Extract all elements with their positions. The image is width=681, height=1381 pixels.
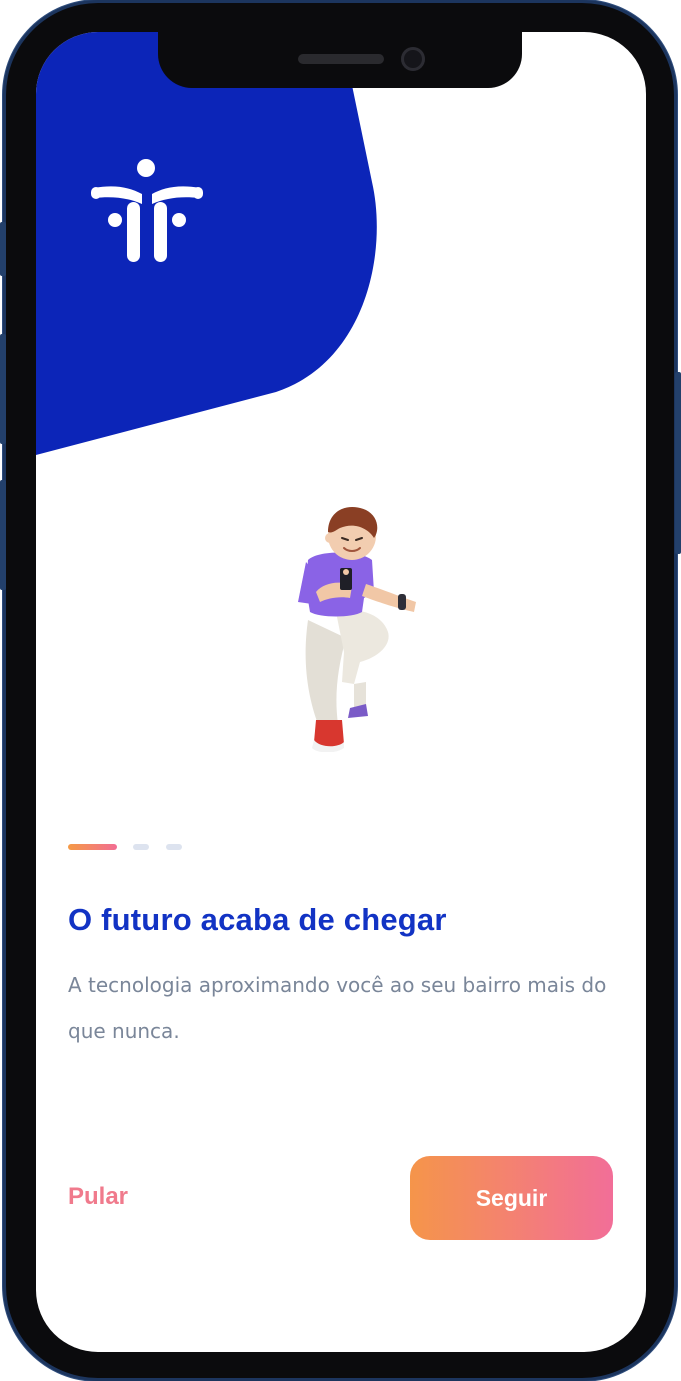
onboarding-screen: O futuro acaba de chegar A tecnologia ap… (36, 32, 646, 1352)
power-button (675, 372, 681, 554)
next-button[interactable]: Seguir (410, 1156, 613, 1240)
community-people-icon (91, 159, 203, 262)
notch (158, 30, 522, 88)
speaker-grille (298, 54, 384, 64)
pager-indicator-3 (166, 844, 182, 850)
volume-down-button (0, 480, 6, 590)
volume-up-button (0, 334, 6, 444)
person-with-phone-illustration (298, 506, 416, 752)
front-camera (401, 47, 425, 71)
onboarding-subtitle: A tecnologia aproximando você ao seu bai… (68, 973, 607, 1043)
silent-switch (0, 222, 6, 276)
pager-indicator-2 (133, 844, 149, 850)
skip-button[interactable]: Pular (68, 1183, 128, 1211)
onboarding-title: O futuro acaba de chegar (68, 902, 447, 937)
pager-indicator-1-active (68, 844, 117, 850)
